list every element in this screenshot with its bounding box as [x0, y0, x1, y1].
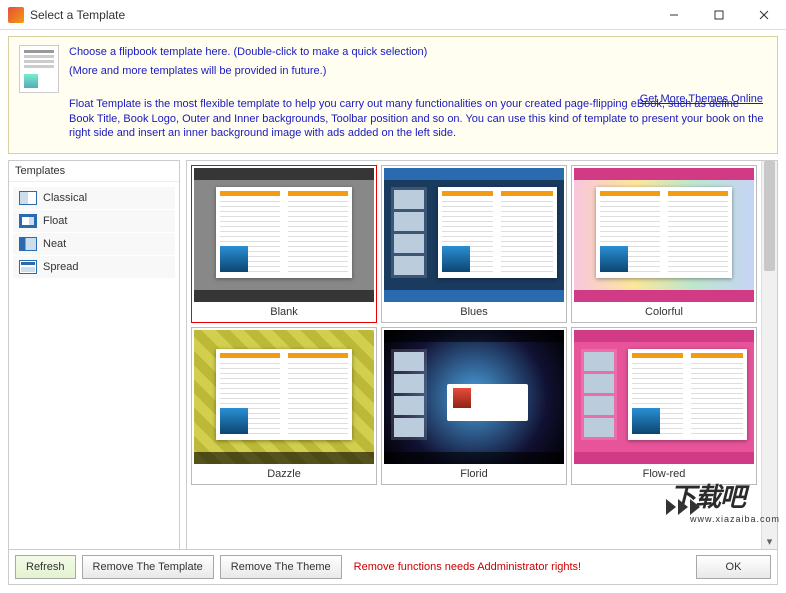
- template-thumb-dazzle[interactable]: Dazzle: [191, 327, 377, 485]
- scrollbar-thumb[interactable]: [764, 161, 775, 271]
- thumb-label: Colorful: [574, 302, 754, 320]
- sidebar-item-label: Classical: [43, 192, 87, 204]
- template-thumb-flow-red[interactable]: Flow-red: [571, 327, 757, 485]
- sidebar-item-classical[interactable]: Classical: [13, 187, 175, 209]
- template-thumb-blank[interactable]: Blank: [191, 165, 377, 323]
- thumb-label: Florid: [384, 464, 564, 482]
- remove-theme-button[interactable]: Remove The Theme: [220, 555, 342, 579]
- remove-template-button[interactable]: Remove The Template: [82, 555, 214, 579]
- sidebar-item-label: Neat: [43, 238, 66, 250]
- template-gallery: Blank Blues: [187, 161, 761, 549]
- minimize-icon: [669, 10, 679, 20]
- thumb-label: Flow-red: [574, 464, 754, 482]
- document-icon: [19, 45, 59, 93]
- sidebar-item-label: Float: [43, 215, 67, 227]
- chevron-down-icon[interactable]: ▾: [762, 533, 777, 549]
- maximize-button[interactable]: [696, 0, 741, 30]
- info-line1: Choose a flipbook template here. (Double…: [69, 45, 767, 60]
- gallery-wrap: Blank Blues: [186, 160, 778, 550]
- classical-icon: [19, 191, 37, 205]
- window-title: Select a Template: [30, 8, 651, 22]
- app-icon: [8, 7, 24, 23]
- thumb-label: Blank: [194, 302, 374, 320]
- main-area: Templates Classical Float Neat Spread: [8, 160, 778, 550]
- bottom-bar: Refresh Remove The Template Remove The T…: [8, 549, 778, 585]
- template-thumb-florid[interactable]: Florid: [381, 327, 567, 485]
- admin-warning: Remove functions needs Addministrator ri…: [354, 561, 690, 573]
- sidebar-header: Templates: [9, 161, 179, 182]
- template-thumb-colorful[interactable]: Colorful: [571, 165, 757, 323]
- close-icon: [759, 10, 769, 20]
- close-button[interactable]: [741, 0, 786, 30]
- minimize-button[interactable]: [651, 0, 696, 30]
- thumb-label: Dazzle: [194, 464, 374, 482]
- info-line2: (More and more templates will be provide…: [69, 64, 767, 79]
- sidebar-item-spread[interactable]: Spread: [13, 256, 175, 278]
- float-icon: [19, 214, 37, 228]
- maximize-icon: [714, 10, 724, 20]
- refresh-button[interactable]: Refresh: [15, 555, 76, 579]
- templates-sidebar: Templates Classical Float Neat Spread: [8, 160, 180, 550]
- template-thumb-blues[interactable]: Blues: [381, 165, 567, 323]
- ok-button[interactable]: OK: [696, 555, 771, 579]
- template-list: Classical Float Neat Spread: [9, 182, 179, 283]
- spread-icon: [19, 260, 37, 274]
- info-panel: Choose a flipbook template here. (Double…: [8, 36, 778, 154]
- get-more-themes-link[interactable]: Get More Themes Online: [640, 93, 763, 105]
- thumb-label: Blues: [384, 302, 564, 320]
- gallery-scrollbar[interactable]: ▾: [761, 161, 777, 549]
- titlebar: Select a Template: [0, 0, 786, 30]
- sidebar-item-label: Spread: [43, 261, 78, 273]
- neat-icon: [19, 237, 37, 251]
- sidebar-item-float[interactable]: Float: [13, 210, 175, 232]
- sidebar-item-neat[interactable]: Neat: [13, 233, 175, 255]
